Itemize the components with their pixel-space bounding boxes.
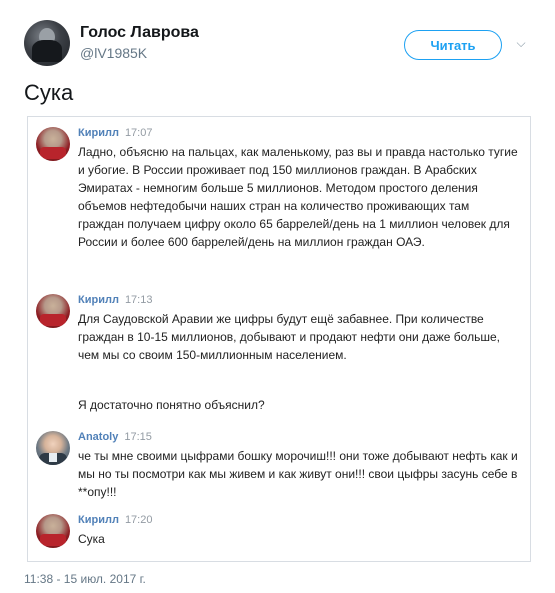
message-time: 17:15 bbox=[124, 431, 152, 443]
message-text: Сука bbox=[78, 532, 105, 546]
message-time: 17:07 bbox=[124, 127, 153, 139]
message-time: 17:13 bbox=[124, 294, 153, 306]
avatar-scarf bbox=[40, 314, 66, 326]
message-text: Для Саудовской Аравии же цифры будут ещё… bbox=[78, 312, 500, 362]
tweet-timestamp[interactable]: 11:38 - 15 июл. 2017 г. bbox=[24, 572, 146, 586]
tweet-text: Сука bbox=[24, 80, 74, 105]
message-text-2: Я достаточно понятно объяснил? bbox=[78, 398, 265, 412]
chevron-down-icon[interactable]: ⌵ bbox=[514, 36, 528, 50]
kirill-avatar bbox=[36, 294, 70, 328]
anatoly-avatar bbox=[36, 431, 70, 465]
kirill-avatar bbox=[36, 127, 70, 161]
avatar-collar bbox=[49, 453, 57, 462]
profile-avatar[interactable] bbox=[24, 20, 70, 66]
avatar-body bbox=[32, 40, 62, 62]
author-name: Anatoly bbox=[78, 431, 119, 443]
author-name: Кирилл bbox=[78, 514, 119, 526]
message-text: Ладно, объясню на пальцах, как маленьком… bbox=[78, 145, 518, 249]
avatar-scarf bbox=[40, 534, 66, 546]
display-name[interactable]: Голос Лаврова bbox=[80, 24, 199, 42]
message-author: Кирилл 17:13 bbox=[78, 294, 152, 306]
message-author: Anatoly 17:15 bbox=[78, 431, 152, 443]
user-handle[interactable]: @lV1985K bbox=[80, 45, 147, 61]
author-name: Кирилл bbox=[78, 294, 119, 306]
follow-button[interactable]: Читать bbox=[404, 30, 502, 60]
message-text: че ты мне своими цыфрами бошку морочиш!!… bbox=[78, 449, 518, 499]
tweet-header: Голос Лаврова @lV1985K Читать ⌵ bbox=[24, 20, 539, 70]
message-author: Кирилл 17:07 bbox=[78, 127, 152, 139]
avatar-scarf bbox=[40, 147, 66, 159]
kirill-avatar bbox=[36, 514, 70, 548]
message-time: 17:20 bbox=[124, 514, 153, 526]
chat-screenshot-image: Кирилл 17:07 Ладно, объясню на пальцах, к… bbox=[27, 116, 531, 562]
author-name: Кирилл bbox=[78, 127, 119, 139]
message-author: Кирилл 17:20 bbox=[78, 514, 152, 526]
